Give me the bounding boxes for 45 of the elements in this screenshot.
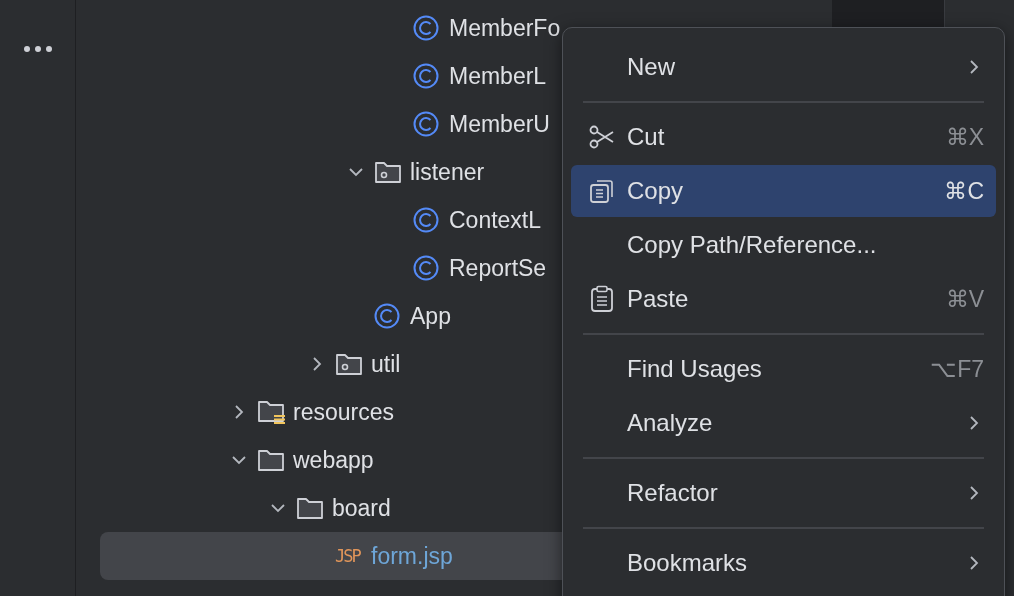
scissors-icon xyxy=(589,124,615,150)
tree-item-label: ContextL xyxy=(449,206,542,234)
resources-folder-icon xyxy=(257,399,287,425)
tree-item-label: App xyxy=(410,302,451,330)
menu-item-label: New xyxy=(627,53,676,81)
shortcut-label: ⌥F7 xyxy=(930,355,984,383)
class-icon xyxy=(374,303,400,329)
tree-item-label: ReportSe xyxy=(449,254,547,282)
more-icon[interactable] xyxy=(22,44,53,54)
tree-item-label: listener xyxy=(410,158,485,186)
class-icon xyxy=(413,15,439,41)
folder-icon xyxy=(257,448,285,472)
clipboard-icon xyxy=(589,285,615,313)
menu-item[interactable]: Copy ⌘C xyxy=(571,165,996,217)
folder-icon xyxy=(296,496,324,520)
package-folder-icon xyxy=(374,160,402,184)
menu-item[interactable]: Copy Path/Reference... xyxy=(571,219,996,271)
tree-item-label: webapp xyxy=(293,446,374,474)
class-icon xyxy=(413,255,439,281)
shortcut-label: ⌘V xyxy=(945,285,984,313)
menu-item-label: Bookmarks xyxy=(627,549,749,577)
class-icon xyxy=(413,111,439,137)
tree-item-label: MemberFo xyxy=(449,14,561,42)
shortcut-label: ⌘C xyxy=(944,177,984,205)
menu-item-label: Cut xyxy=(627,123,666,151)
copy-icon xyxy=(589,178,615,204)
jsp-file-icon: JSP xyxy=(335,546,360,566)
menu-item-label: Copy Path/Reference... xyxy=(627,231,878,259)
tree-item-label: form.jsp xyxy=(371,542,453,570)
package-folder-icon xyxy=(335,352,363,376)
class-icon xyxy=(413,207,439,233)
tree-item-label: util xyxy=(371,350,401,378)
menu-item-label: Analyze xyxy=(627,409,714,437)
shortcut-label: ⌘X xyxy=(945,123,984,151)
menu-item-label: Find Usages xyxy=(627,355,763,383)
class-icon xyxy=(413,63,439,89)
tree-item-label: MemberU xyxy=(449,110,550,138)
tree-item-label: MemberL xyxy=(449,62,547,90)
tree-item-label: board xyxy=(332,494,391,522)
menu-item-label: Copy xyxy=(627,177,685,205)
tree-item-label: resources xyxy=(293,398,394,426)
menu-item[interactable]: Find Usages ⌥F7 xyxy=(571,343,996,395)
menu-item[interactable]: Paste ⌘V xyxy=(571,273,996,325)
menu-item[interactable]: Cut ⌘X xyxy=(571,111,996,163)
menu-item-label: Paste xyxy=(627,285,690,313)
